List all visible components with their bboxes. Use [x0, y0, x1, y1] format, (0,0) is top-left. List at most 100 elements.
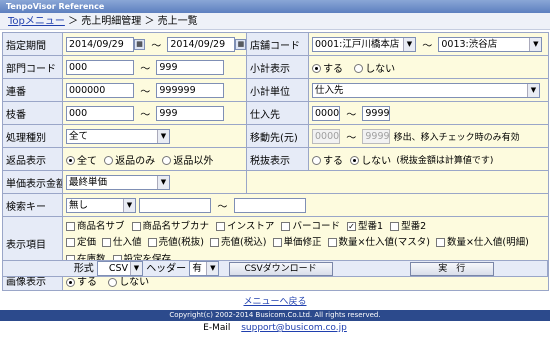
move-from-input[interactable]: 0000: [312, 128, 340, 144]
item-checkbox[interactable]: [390, 221, 400, 231]
subtotal-no-radio[interactable]: [354, 64, 364, 73]
supplier-to-input[interactable]: 9999: [362, 105, 391, 121]
branch-from-input[interactable]: 000: [66, 105, 134, 121]
email-contact: E-Mail support@busicom.co.jp: [0, 323, 550, 333]
back-to-menu-link[interactable]: メニューへ戻る: [243, 297, 306, 307]
breadcrumb-separator: ＞: [68, 16, 79, 27]
search-key-select[interactable]: 無し ▼: [66, 197, 136, 213]
item-checkbox[interactable]: [66, 238, 75, 248]
csv-download-button[interactable]: CSVダウンロード: [228, 261, 333, 276]
serial-label: 連番: [2, 78, 63, 102]
chevron-down-icon: ▼: [123, 198, 135, 212]
process-type-value: 全て: [69, 130, 89, 142]
date-to-input[interactable]: 2014/09/29: [167, 36, 236, 52]
return-only-radio[interactable]: [104, 156, 114, 165]
radio-label: する: [323, 63, 343, 75]
store-to-value: 0013:渋谷店: [441, 38, 498, 50]
range-tilde: 〜: [140, 86, 151, 98]
checkbox-label: バーコード: [292, 220, 340, 232]
subtotal-display-label: 小計表示: [246, 55, 309, 79]
radio-label: しない: [119, 277, 150, 288]
chevron-down-icon: ▼: [130, 262, 142, 275]
item-checkbox[interactable]: [102, 238, 112, 248]
item-checkbox-checked[interactable]: ✓: [346, 221, 356, 231]
price-amount-select[interactable]: 最終単価 ▼: [66, 174, 170, 190]
store-from-select[interactable]: 0001:江戸川橋本店 ▼: [312, 36, 416, 52]
range-tilde: 〜: [140, 63, 151, 75]
run-button[interactable]: 実 行: [409, 261, 494, 276]
header-label: ヘッダー: [146, 263, 187, 275]
item-checkbox[interactable]: [210, 238, 220, 248]
header-select[interactable]: 有 ▼: [189, 261, 220, 277]
chevron-down-icon: ▼: [206, 262, 219, 276]
breadcrumb-current: 売上一覧: [157, 16, 198, 27]
store-to-select[interactable]: 0013:渋谷店 ▼: [438, 36, 543, 52]
image-yes-radio[interactable]: [66, 277, 75, 287]
item-checkbox[interactable]: [131, 221, 141, 231]
search-value-to-input[interactable]: [233, 197, 306, 213]
serial-from-input[interactable]: 000000: [66, 82, 134, 98]
radio-label: しない: [365, 63, 396, 75]
checkbox-label: 商品名サブ: [77, 220, 125, 232]
subtotal-unit-select[interactable]: 仕入先 ▼: [312, 82, 540, 98]
date-from-input[interactable]: 2014/09/29: [66, 36, 134, 52]
breadcrumb-top-link[interactable]: Topメニュー: [8, 16, 65, 27]
footer-copyright: Copyright(c) 2002-2014 Busicom.Co.Ltd. A…: [0, 310, 550, 321]
process-type-label: 処理種別: [2, 124, 63, 148]
radio-label: 返品以外: [173, 155, 214, 167]
item-checkbox[interactable]: [327, 238, 337, 248]
app-title: TenpoVisor Reference: [0, 0, 550, 13]
dept-from-input[interactable]: 000: [66, 59, 134, 75]
checkbox-label: 型番2: [401, 220, 427, 232]
breadcrumb-separator: ＞: [144, 16, 155, 27]
calendar-icon[interactable]: ▦: [134, 38, 145, 50]
item-checkbox[interactable]: [272, 238, 282, 248]
breadcrumb-item: 売上明細管理: [81, 16, 142, 27]
format-select[interactable]: CSV ▼: [97, 261, 143, 276]
email-link[interactable]: support@busicom.co.jp: [241, 323, 347, 333]
tax-yes-radio[interactable]: [312, 156, 321, 165]
search-key-label: 検索キー: [2, 193, 63, 217]
checkbox-label: 売値(税込): [221, 237, 267, 249]
price-amount-value: 最終単価: [69, 176, 108, 188]
range-tilde: 〜: [217, 201, 228, 213]
calendar-icon[interactable]: ▦: [235, 38, 246, 50]
return-except-radio[interactable]: [162, 156, 172, 165]
tax-no-radio[interactable]: [350, 156, 360, 165]
item-checkbox[interactable]: [281, 221, 291, 231]
checkbox-label: 数量×仕入値(マスタ): [338, 237, 430, 249]
subtotal-yes-radio[interactable]: [312, 64, 321, 73]
range-tilde: 〜: [346, 109, 357, 121]
subtotal-unit-value: 仕入先: [315, 84, 344, 96]
item-checkbox[interactable]: [147, 238, 157, 248]
checkbox-label: 売値(税抜): [158, 237, 205, 249]
checkbox-label: 仕入値: [113, 237, 142, 249]
dept-to-input[interactable]: 999: [156, 59, 225, 75]
branch-to-input[interactable]: 999: [156, 105, 225, 121]
serial-to-input[interactable]: 999999: [156, 82, 225, 98]
back-to-menu: メニューへ戻る: [0, 294, 550, 307]
radio-label: する: [77, 277, 97, 288]
move-dest-label: 移動先(元): [246, 124, 309, 148]
supplier-from-input[interactable]: 0000: [312, 105, 340, 121]
chevron-down-icon: ▼: [403, 37, 415, 51]
process-type-select[interactable]: 全て ▼: [66, 128, 170, 144]
item-checkbox[interactable]: [216, 221, 226, 231]
range-tilde: 〜: [140, 109, 151, 121]
move-to-input[interactable]: 9999: [362, 128, 391, 144]
search-value-input[interactable]: [139, 197, 212, 213]
checkbox-label: 定価: [77, 237, 97, 249]
store-from-value: 0001:江戸川橋本店: [315, 38, 400, 50]
range-tilde: 〜: [346, 132, 357, 144]
branch-label: 枝番: [2, 101, 63, 125]
range-tilde: 〜: [151, 40, 162, 52]
supplier-label: 仕入先: [246, 101, 309, 125]
store-code-label: 店舗コード: [246, 32, 309, 56]
return-display-label: 返品表示: [2, 147, 63, 171]
image-no-radio[interactable]: [108, 277, 118, 287]
return-all-radio[interactable]: [66, 156, 75, 165]
format-label: 形式: [73, 263, 94, 275]
item-checkbox[interactable]: [66, 221, 75, 231]
item-checkbox[interactable]: [435, 238, 445, 248]
period-label: 指定期間: [2, 32, 63, 56]
